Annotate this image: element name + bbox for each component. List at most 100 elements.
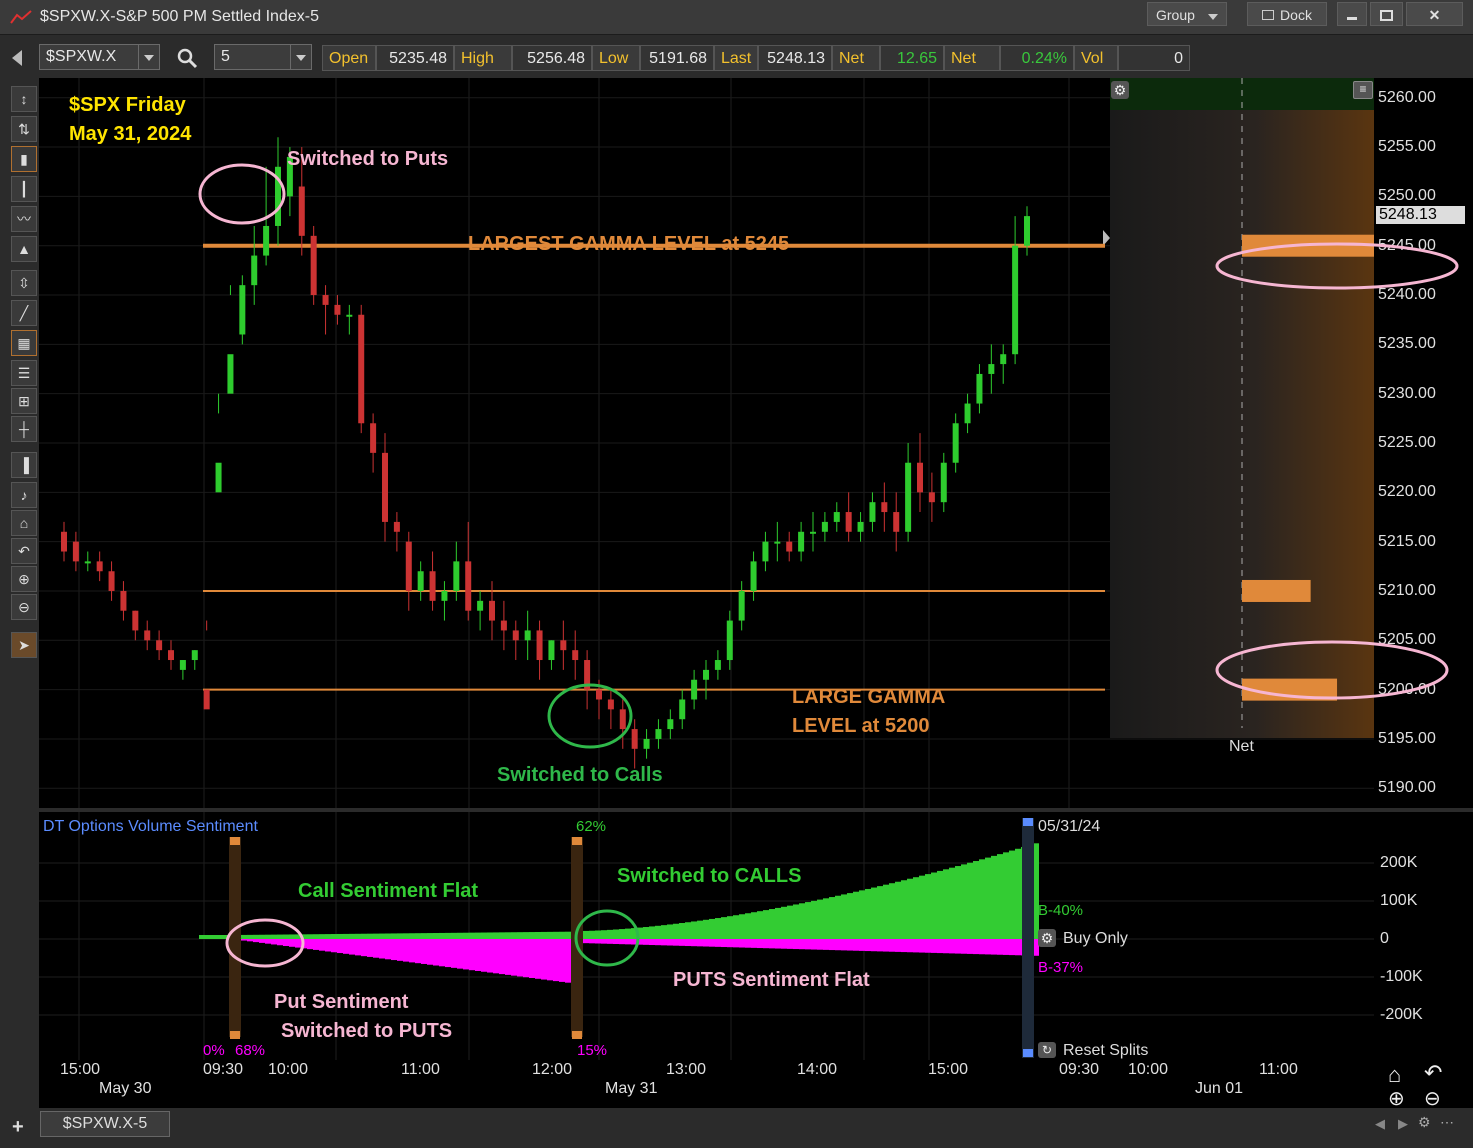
- reset-splits-button[interactable]: Reset Splits: [1063, 1042, 1148, 1060]
- home-icon[interactable]: ⌂: [11, 510, 37, 536]
- ruler-tool[interactable]: ⇳: [11, 270, 37, 296]
- gear-icon[interactable]: ⚙: [1111, 81, 1129, 99]
- search-icon[interactable]: [176, 47, 198, 69]
- call-volume-bar: [979, 859, 985, 939]
- put-volume-bar: [415, 939, 421, 964]
- put-volume-bar: [625, 939, 631, 945]
- candle-body: [857, 521, 864, 532]
- home-icon[interactable]: ⌂: [1388, 1062, 1401, 1088]
- pointer-tool[interactable]: ➤: [11, 632, 37, 658]
- call-volume-bar: [391, 933, 397, 939]
- collapse-left-icon[interactable]: [12, 50, 22, 66]
- trendline-tool[interactable]: ╱: [11, 300, 37, 326]
- call-volume-bar: [745, 913, 751, 939]
- interval-combo[interactable]: 5: [214, 44, 312, 70]
- put-volume-bar: [697, 939, 703, 947]
- call-volume-bar: [547, 931, 553, 939]
- sentiment-panel[interactable]: DT Options Volume Sentiment 62% 0% 68% 1…: [39, 812, 1374, 1060]
- reset-icon[interactable]: ↻: [1038, 1042, 1056, 1058]
- ohlc-tool[interactable]: ┃: [11, 176, 37, 202]
- time-axis[interactable]: 15:00 09:30 10:00 11:00 12:00 13:00 14:00 15:00…: [39, 1060, 1473, 1108]
- put-volume-bar: [325, 939, 331, 952]
- level-tool[interactable]: ┼: [11, 416, 37, 442]
- group-dropdown[interactable]: Group: [1147, 2, 1227, 26]
- put-volume-bar: [679, 939, 685, 946]
- note-tool[interactable]: ♪: [11, 482, 37, 508]
- scroll-left-icon[interactable]: ◀: [1375, 1116, 1385, 1132]
- tab-chart[interactable]: $SPXW.X-5: [40, 1111, 170, 1137]
- line-chart-tool[interactable]: 〰: [11, 206, 37, 232]
- quote-label: Net %: [944, 45, 1000, 93]
- call-volume-bar: [427, 933, 433, 939]
- candle-body: [203, 689, 210, 710]
- grid-small-tool[interactable]: ⊞: [11, 388, 37, 414]
- candle-body: [928, 492, 935, 503]
- call-volume-bar: [781, 906, 787, 939]
- put-volume-bar: [313, 939, 319, 950]
- quote-value: 0: [1118, 45, 1190, 71]
- date-label: 05/31/24: [1038, 818, 1101, 835]
- sentiment-tick: -100K: [1380, 968, 1423, 985]
- chevron-down-icon: [1208, 14, 1218, 20]
- candle-body: [810, 531, 816, 534]
- split-marker-3: [1022, 818, 1034, 1058]
- plus-icon[interactable]: +: [12, 1116, 24, 1139]
- call-volume-bar: [691, 921, 697, 939]
- settings-icon[interactable]: ⚙: [1418, 1114, 1431, 1131]
- buy-only-label[interactable]: Buy Only: [1063, 930, 1128, 948]
- call-volume-bar: [559, 931, 565, 939]
- undo-icon[interactable]: ↶: [1424, 1060, 1442, 1086]
- symbol-combo[interactable]: $SPXW.X: [39, 44, 160, 70]
- chevron-down-icon[interactable]: [138, 45, 159, 69]
- table-tool[interactable]: ☰: [11, 360, 37, 386]
- group-label: Group: [1156, 7, 1195, 23]
- candle-body: [750, 561, 757, 591]
- price-axis[interactable]: 5260.00 5255.00 5250.00 5245.00 5240.00 5235.…: [1374, 78, 1473, 808]
- quote-label: Low: [592, 45, 640, 71]
- put-volume-bar: [541, 939, 547, 980]
- call-flat-label: Call Sentiment Flat: [298, 880, 479, 902]
- options-icon[interactable]: ⋯: [1440, 1114, 1454, 1131]
- candle-body: [905, 462, 912, 532]
- put-volume-bar: [841, 939, 847, 951]
- dock-button[interactable]: Dock: [1247, 2, 1327, 26]
- menu-icon[interactable]: ≡: [1353, 81, 1373, 99]
- undo-icon[interactable]: ↶: [11, 538, 37, 564]
- close-button[interactable]: ✕: [1406, 2, 1463, 26]
- candle-body: [524, 630, 531, 641]
- grid-tool[interactable]: ▦: [11, 330, 37, 356]
- candle-body: [548, 640, 555, 661]
- call-volume-bar: [787, 905, 793, 939]
- area-chart-tool[interactable]: ▲: [11, 236, 37, 262]
- put-volume-bar: [757, 939, 763, 949]
- cursor-cross-tool[interactable]: ↕: [11, 86, 37, 112]
- call-volume-bar: [793, 904, 799, 939]
- candle-style-tool[interactable]: ▮: [11, 146, 37, 172]
- price-tick: 5190.00: [1378, 779, 1436, 797]
- put-volume-bar: [1003, 939, 1009, 955]
- scroll-right-icon[interactable]: ▶: [1398, 1116, 1408, 1132]
- call-volume-bar: [1009, 850, 1015, 939]
- zoom-out-icon[interactable]: ⊖: [11, 594, 37, 620]
- call-volume-bar: [889, 883, 895, 939]
- put-volume-bar: [439, 939, 445, 967]
- candle-body: [964, 403, 971, 424]
- bar-style-tool[interactable]: ⇅: [11, 116, 37, 142]
- zoom-in-icon[interactable]: ⊕: [11, 566, 37, 592]
- candle-body: [477, 600, 484, 611]
- put-volume-bar: [931, 939, 937, 953]
- put-volume-bar: [667, 939, 673, 946]
- call-volume-bar: [409, 933, 415, 939]
- gear-icon[interactable]: ⚙: [1038, 929, 1056, 947]
- bottom-tab-bar: + $SPXW.X-5 ◀ ▶ ⚙ ⋯: [0, 1108, 1473, 1148]
- minimize-button[interactable]: [1337, 2, 1367, 26]
- price-chart[interactable]: $SPX Friday May 31, 2024 Switched to Put…: [39, 78, 1374, 808]
- put-volume-bar: [595, 939, 601, 944]
- split-handle-1b: [230, 1031, 240, 1039]
- volume-tool[interactable]: ▐: [11, 452, 37, 478]
- put-volume-bar: [661, 939, 667, 946]
- call-volume-bar: [817, 899, 823, 939]
- maximize-button[interactable]: [1370, 2, 1403, 26]
- put-volume-bar: [979, 939, 985, 955]
- chevron-down-icon[interactable]: [290, 45, 311, 69]
